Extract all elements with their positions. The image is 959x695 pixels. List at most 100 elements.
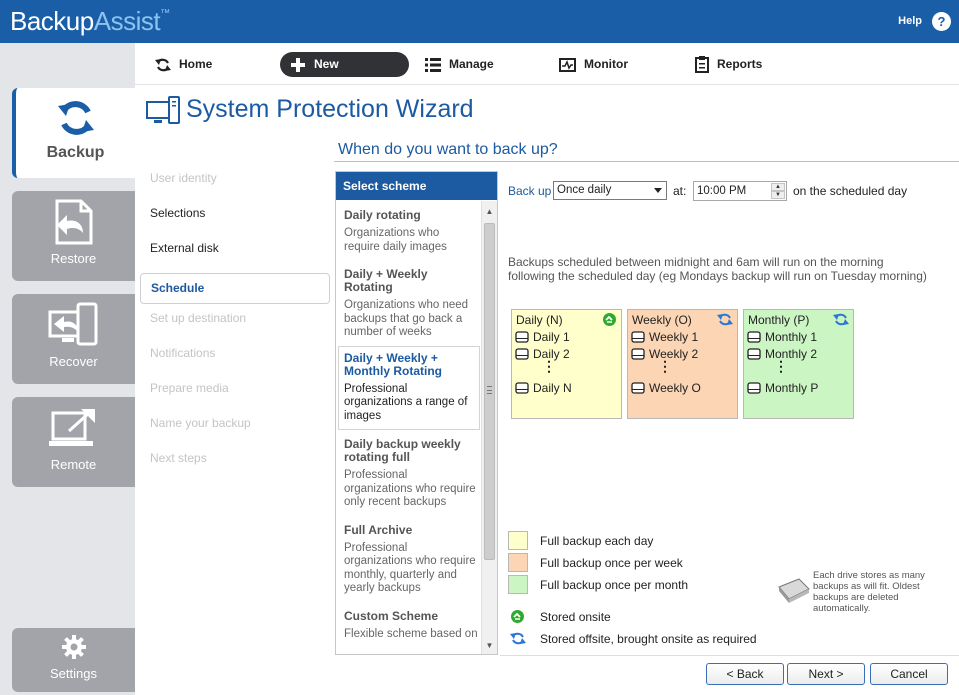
drive-icon: [747, 382, 761, 394]
menu-monitor[interactable]: Monitor: [559, 52, 628, 77]
media-title: Monthly (P): [748, 313, 810, 327]
onsite-icon: [511, 610, 524, 623]
section-divider: [334, 161, 959, 162]
menu-home[interactable]: Home: [155, 52, 212, 77]
next-button[interactable]: Next >: [787, 663, 865, 685]
menu-home-label: Home: [179, 57, 213, 71]
media-row-label: Daily N: [533, 381, 572, 395]
back-button[interactable]: < Back: [706, 663, 784, 685]
scheme-daily-weekly-full[interactable]: Daily backup weekly rotating full Profes…: [336, 430, 482, 516]
cancel-button[interactable]: Cancel: [870, 663, 948, 685]
drive-icon: [631, 382, 645, 394]
step-schedule[interactable]: Schedule: [140, 273, 330, 304]
refresh-icon: [155, 58, 171, 71]
media-row-label: Weekly 2: [649, 347, 699, 361]
spin-up-button[interactable]: ▲: [771, 183, 785, 191]
media-row: Weekly O: [631, 381, 701, 395]
ellipsis-icon: ⋮: [658, 358, 672, 374]
offsite-icon: [833, 313, 849, 326]
nav-tile-remote[interactable]: Remote: [12, 397, 135, 487]
step-external-disk[interactable]: External disk: [140, 236, 330, 271]
left-nav: Backup Restore Recover Remote Settings: [0, 43, 135, 695]
step-notifications: Notifications: [150, 346, 216, 360]
scheme-desc: Organizations who require daily images: [344, 227, 447, 253]
nav-tile-restore[interactable]: Restore: [12, 191, 135, 281]
menu-manage-label: Manage: [449, 57, 494, 71]
gear-icon: [61, 635, 86, 659]
nav-label-remote: Remote: [50, 457, 97, 472]
drive-icon: [515, 382, 529, 394]
backup-frequency-label: Back up: [508, 184, 552, 198]
remote-monitor-icon: [48, 409, 95, 446]
app-logo: BackupAssist™: [10, 6, 170, 37]
logo-tm: ™: [160, 8, 170, 19]
media-row-label: Monthly P: [765, 381, 819, 395]
help-icon[interactable]: ?: [932, 12, 951, 31]
step-prepare-media: Prepare media: [150, 381, 229, 395]
scheme-scrollbar[interactable]: ▲ ▼: [481, 201, 497, 654]
menu-monitor-label: Monitor: [584, 57, 628, 71]
scheme-title: Full Archive: [344, 522, 413, 537]
legend-swatch-daily: [508, 531, 528, 550]
media-box-monthly: Monthly (P) Monthly 1 Monthly 2 ⋮ Monthl…: [743, 309, 854, 419]
nav-tile-backup[interactable]: Backup: [12, 88, 135, 178]
menu-manage[interactable]: Manage: [425, 52, 494, 77]
scheme-title: Daily backup weekly rotating full: [344, 437, 461, 464]
scheme-full-archive[interactable]: Full Archive Professional organizations …: [336, 516, 482, 602]
scroll-down-arrow[interactable]: ▼: [482, 638, 497, 653]
nav-tile-recover[interactable]: Recover: [12, 294, 135, 384]
scheme-daily-weekly[interactable]: Daily + Weekly Rotating Organizations wh…: [336, 260, 482, 346]
drive-note: Each drive stores as many backups as wil…: [813, 570, 925, 614]
scheme-custom[interactable]: Custom Scheme Flexible scheme based on: [336, 602, 482, 648]
frequency-select[interactable]: Once daily: [553, 181, 667, 200]
legend-swatch-weekly: [508, 553, 528, 572]
scheme-desc: Flexible scheme based on: [344, 627, 478, 640]
schedule-note: Backups scheduled between midnight and 6…: [508, 255, 927, 283]
drive-icon: [631, 331, 645, 343]
external-drive-icon: [778, 578, 810, 603]
media-title: Weekly (O): [632, 313, 692, 327]
list-icon: [425, 57, 441, 72]
drive-icon: [747, 348, 761, 360]
media-row-label: Monthly 2: [765, 347, 818, 361]
drive-icon: [515, 348, 529, 360]
scheme-title: Daily rotating: [344, 208, 421, 222]
step-user-identity: User identity: [150, 171, 217, 185]
step-selections[interactable]: Selections: [140, 201, 330, 236]
offsite-icon: [717, 313, 733, 326]
clipboard-icon: [695, 56, 709, 73]
media-row: Daily 1: [515, 330, 570, 344]
recover-computer-icon: [48, 302, 97, 346]
media-row: Weekly 1: [631, 330, 698, 344]
step-set-up-destination: Set up destination: [150, 311, 247, 325]
scroll-up-arrow[interactable]: ▲: [482, 204, 497, 219]
restore-file-icon: [55, 199, 92, 245]
drive-icon: [515, 331, 529, 343]
scheme-daily-rotating[interactable]: Daily rotating Organizations who require…: [336, 201, 482, 260]
logo-backup-text: Backup: [10, 6, 94, 36]
footer-divider: [500, 655, 959, 656]
frequency-value: Once daily: [557, 184, 612, 196]
menu-reports-label: Reports: [717, 57, 763, 71]
menu-new[interactable]: New: [280, 52, 409, 77]
scroll-thumb[interactable]: [484, 223, 495, 560]
scheme-daily-weekly-monthly[interactable]: Daily + Weekly + Monthly Rotating Profes…: [338, 345, 480, 430]
time-spinner: ▲ ▼: [771, 183, 785, 199]
nav-label-recover: Recover: [49, 354, 98, 369]
title-bar: BackupAssist™ Help ?: [0, 0, 959, 43]
wizard-steps: User identity Selections External disk S…: [140, 166, 330, 481]
backup-cycle-icon: [57, 101, 94, 135]
plus-icon: [291, 57, 305, 72]
scheme-panel: Select scheme Daily rotating Organizatio…: [335, 171, 498, 655]
time-input[interactable]: 10:00 PM ▲ ▼: [693, 181, 787, 201]
page-title: System Protection Wizard: [186, 95, 474, 123]
media-box-weekly: Weekly (O) Weekly 1 Weekly 2 ⋮ Weekly O: [627, 309, 738, 419]
help-link[interactable]: Help: [898, 15, 922, 27]
nav-tile-settings[interactable]: Settings: [12, 628, 135, 692]
media-row-label: Monthly 1: [765, 330, 818, 344]
menu-reports[interactable]: Reports: [695, 52, 762, 77]
chevron-down-icon: [654, 188, 662, 193]
spin-down-button[interactable]: ▼: [771, 191, 785, 199]
ellipsis-icon: ⋮: [542, 358, 556, 374]
scheduled-day-label: on the scheduled day: [793, 184, 908, 198]
